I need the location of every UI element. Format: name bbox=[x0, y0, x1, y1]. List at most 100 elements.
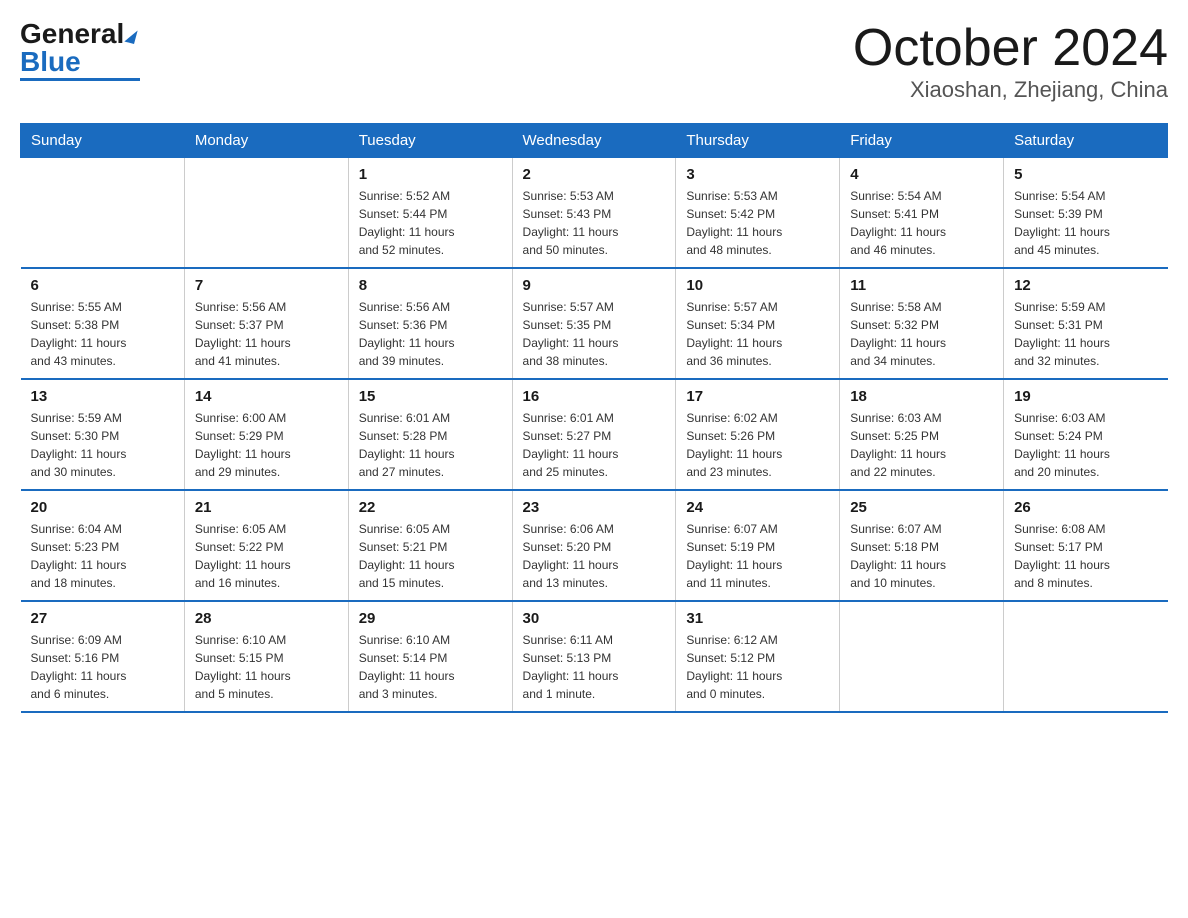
logo-text: General Blue bbox=[20, 20, 136, 76]
calendar-cell: 6 Sunrise: 5:55 AMSunset: 5:38 PMDaylight… bbox=[21, 268, 185, 379]
day-number: 7 bbox=[195, 277, 338, 294]
calendar-cell: 13 Sunrise: 5:59 AMSunset: 5:30 PMDayligh… bbox=[21, 379, 185, 490]
day-info: Sunrise: 6:03 AMSunset: 5:24 PMDaylight:… bbox=[1014, 409, 1157, 481]
day-number: 14 bbox=[195, 388, 338, 405]
calendar-week-4: 20 Sunrise: 6:04 AMSunset: 5:23 PMDayligh… bbox=[21, 490, 1168, 601]
day-info: Sunrise: 6:09 AMSunset: 5:16 PMDaylight:… bbox=[31, 631, 174, 703]
day-info: Sunrise: 5:52 AMSunset: 5:44 PMDaylight:… bbox=[359, 187, 502, 259]
day-info: Sunrise: 5:56 AMSunset: 5:36 PMDaylight:… bbox=[359, 298, 502, 370]
day-number: 30 bbox=[523, 610, 666, 627]
calendar-cell: 8 Sunrise: 5:56 AMSunset: 5:36 PMDaylight… bbox=[348, 268, 512, 379]
calendar-cell bbox=[184, 158, 348, 269]
day-info: Sunrise: 6:06 AMSunset: 5:20 PMDaylight:… bbox=[523, 520, 666, 592]
day-info: Sunrise: 5:58 AMSunset: 5:32 PMDaylight:… bbox=[850, 298, 993, 370]
day-info: Sunrise: 5:59 AMSunset: 5:30 PMDaylight:… bbox=[31, 409, 174, 481]
day-number: 10 bbox=[686, 277, 829, 294]
day-number: 25 bbox=[850, 499, 993, 516]
day-number: 17 bbox=[686, 388, 829, 405]
day-info: Sunrise: 5:59 AMSunset: 5:31 PMDaylight:… bbox=[1014, 298, 1157, 370]
day-info: Sunrise: 6:05 AMSunset: 5:22 PMDaylight:… bbox=[195, 520, 338, 592]
calendar-cell: 9Sunrise: 5:57 AMSunset: 5:35 PMDaylight… bbox=[512, 268, 676, 379]
day-number: 3 bbox=[686, 166, 829, 183]
calendar-cell bbox=[21, 158, 185, 269]
calendar-cell: 23 Sunrise: 6:06 AMSunset: 5:20 PMDayligh… bbox=[512, 490, 676, 601]
day-number: 8 bbox=[359, 277, 502, 294]
day-info: Sunrise: 5:57 AMSunset: 5:34 PMDaylight:… bbox=[686, 298, 829, 370]
day-info: Sunrise: 6:02 AMSunset: 5:26 PMDaylight:… bbox=[686, 409, 829, 481]
day-info: Sunrise: 6:07 AMSunset: 5:18 PMDaylight:… bbox=[850, 520, 993, 592]
header-cell-friday: Friday bbox=[840, 124, 1004, 158]
calendar-cell bbox=[1004, 601, 1168, 712]
day-number: 11 bbox=[850, 277, 993, 294]
calendar-cell: 19 Sunrise: 6:03 AMSunset: 5:24 PMDayligh… bbox=[1004, 379, 1168, 490]
calendar-cell: 16 Sunrise: 6:01 AMSunset: 5:27 PMDayligh… bbox=[512, 379, 676, 490]
day-number: 9 bbox=[523, 277, 666, 294]
calendar-cell: 20 Sunrise: 6:04 AMSunset: 5:23 PMDayligh… bbox=[21, 490, 185, 601]
day-number: 1 bbox=[359, 166, 502, 183]
day-info: Sunrise: 6:03 AMSunset: 5:25 PMDaylight:… bbox=[850, 409, 993, 481]
day-info: Sunrise: 6:10 AMSunset: 5:15 PMDaylight:… bbox=[195, 631, 338, 703]
day-number: 23 bbox=[523, 499, 666, 516]
day-number: 19 bbox=[1014, 388, 1157, 405]
calendar-cell: 2 Sunrise: 5:53 AMSunset: 5:43 PMDaylight… bbox=[512, 158, 676, 269]
day-number: 12 bbox=[1014, 277, 1157, 294]
day-info: Sunrise: 5:54 AMSunset: 5:39 PMDaylight:… bbox=[1014, 187, 1157, 259]
day-info: Sunrise: 6:01 AMSunset: 5:27 PMDaylight:… bbox=[523, 409, 666, 481]
calendar-header: SundayMondayTuesdayWednesdayThursdayFrid… bbox=[21, 124, 1168, 158]
page-header: General Blue October 2024 Xiaoshan, Zhej… bbox=[20, 20, 1168, 103]
logo-general: General bbox=[20, 18, 124, 49]
day-info: Sunrise: 6:04 AMSunset: 5:23 PMDaylight:… bbox=[31, 520, 174, 592]
calendar-cell: 1 Sunrise: 5:52 AMSunset: 5:44 PMDaylight… bbox=[348, 158, 512, 269]
calendar-cell: 17 Sunrise: 6:02 AMSunset: 5:26 PMDayligh… bbox=[676, 379, 840, 490]
calendar-week-5: 27Sunrise: 6:09 AMSunset: 5:16 PMDayligh… bbox=[21, 601, 1168, 712]
day-number: 26 bbox=[1014, 499, 1157, 516]
calendar-cell bbox=[840, 601, 1004, 712]
day-number: 18 bbox=[850, 388, 993, 405]
header-cell-thursday: Thursday bbox=[676, 124, 840, 158]
calendar-cell: 4Sunrise: 5:54 AMSunset: 5:41 PMDaylight… bbox=[840, 158, 1004, 269]
day-number: 16 bbox=[523, 388, 666, 405]
header-cell-saturday: Saturday bbox=[1004, 124, 1168, 158]
day-number: 6 bbox=[31, 277, 174, 294]
calendar-cell: 31 Sunrise: 6:12 AMSunset: 5:12 PMDayligh… bbox=[676, 601, 840, 712]
day-number: 31 bbox=[686, 610, 829, 627]
header-row: SundayMondayTuesdayWednesdayThursdayFrid… bbox=[21, 124, 1168, 158]
header-cell-monday: Monday bbox=[184, 124, 348, 158]
calendar-week-1: 1 Sunrise: 5:52 AMSunset: 5:44 PMDaylight… bbox=[21, 158, 1168, 269]
calendar-cell: 28Sunrise: 6:10 AMSunset: 5:15 PMDayligh… bbox=[184, 601, 348, 712]
title-section: October 2024 Xiaoshan, Zhejiang, China bbox=[853, 20, 1168, 103]
day-number: 20 bbox=[31, 499, 174, 516]
day-number: 2 bbox=[523, 166, 666, 183]
day-info: Sunrise: 6:00 AMSunset: 5:29 PMDaylight:… bbox=[195, 409, 338, 481]
calendar-table: SundayMondayTuesdayWednesdayThursdayFrid… bbox=[20, 123, 1168, 713]
day-info: Sunrise: 6:05 AMSunset: 5:21 PMDaylight:… bbox=[359, 520, 502, 592]
calendar-cell: 26Sunrise: 6:08 AMSunset: 5:17 PMDayligh… bbox=[1004, 490, 1168, 601]
calendar-body: 1 Sunrise: 5:52 AMSunset: 5:44 PMDaylight… bbox=[21, 158, 1168, 713]
day-info: Sunrise: 6:01 AMSunset: 5:28 PMDaylight:… bbox=[359, 409, 502, 481]
day-number: 22 bbox=[359, 499, 502, 516]
day-number: 24 bbox=[686, 499, 829, 516]
day-info: Sunrise: 6:11 AMSunset: 5:13 PMDaylight:… bbox=[523, 631, 666, 703]
day-number: 21 bbox=[195, 499, 338, 516]
day-info: Sunrise: 5:55 AMSunset: 5:38 PMDaylight:… bbox=[31, 298, 174, 370]
calendar-cell: 21 Sunrise: 6:05 AMSunset: 5:22 PMDayligh… bbox=[184, 490, 348, 601]
calendar-cell: 29 Sunrise: 6:10 AMSunset: 5:14 PMDayligh… bbox=[348, 601, 512, 712]
calendar-cell: 27Sunrise: 6:09 AMSunset: 5:16 PMDayligh… bbox=[21, 601, 185, 712]
day-info: Sunrise: 6:12 AMSunset: 5:12 PMDaylight:… bbox=[686, 631, 829, 703]
day-info: Sunrise: 5:53 AMSunset: 5:42 PMDaylight:… bbox=[686, 187, 829, 259]
day-number: 5 bbox=[1014, 166, 1157, 183]
day-number: 15 bbox=[359, 388, 502, 405]
calendar-cell: 24Sunrise: 6:07 AMSunset: 5:19 PMDayligh… bbox=[676, 490, 840, 601]
logo-underline bbox=[20, 78, 140, 81]
calendar-cell: 30 Sunrise: 6:11 AMSunset: 5:13 PMDayligh… bbox=[512, 601, 676, 712]
day-info: Sunrise: 5:54 AMSunset: 5:41 PMDaylight:… bbox=[850, 187, 993, 259]
calendar-cell: 3 Sunrise: 5:53 AMSunset: 5:42 PMDaylight… bbox=[676, 158, 840, 269]
day-info: Sunrise: 5:53 AMSunset: 5:43 PMDaylight:… bbox=[523, 187, 666, 259]
day-info: Sunrise: 6:10 AMSunset: 5:14 PMDaylight:… bbox=[359, 631, 502, 703]
location-title: Xiaoshan, Zhejiang, China bbox=[853, 77, 1168, 103]
calendar-cell: 5 Sunrise: 5:54 AMSunset: 5:39 PMDaylight… bbox=[1004, 158, 1168, 269]
calendar-cell: 14 Sunrise: 6:00 AMSunset: 5:29 PMDayligh… bbox=[184, 379, 348, 490]
day-number: 29 bbox=[359, 610, 502, 627]
calendar-cell: 15 Sunrise: 6:01 AMSunset: 5:28 PMDayligh… bbox=[348, 379, 512, 490]
day-number: 13 bbox=[31, 388, 174, 405]
